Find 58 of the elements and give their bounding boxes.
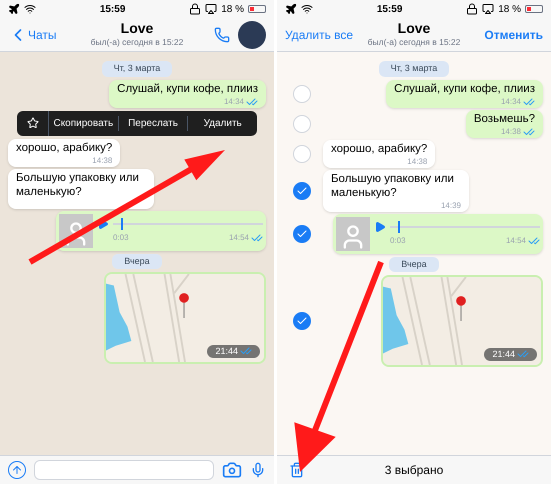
message-time: 14:38	[500, 126, 521, 138]
message-time: 14:54	[228, 232, 249, 244]
cancel-button[interactable]: Отменить	[484, 26, 543, 44]
audio-track[interactable]	[390, 220, 540, 232]
play-icon[interactable]	[374, 220, 386, 232]
star-icon	[26, 117, 38, 129]
menu-item[interactable]: Скопировать	[49, 116, 119, 130]
voice-duration: 0:03	[390, 234, 406, 246]
delete-all-button[interactable]: Удалить все	[285, 26, 354, 44]
menu-item[interactable]: Переслать	[118, 116, 188, 130]
message-text: Большую упаковку или маленькую?	[331, 172, 455, 200]
message-time: 21:44	[492, 348, 515, 360]
date-pill: Вчера	[112, 254, 162, 269]
date-pill: Чт, 3 марта	[102, 61, 172, 76]
trash-icon[interactable]	[289, 462, 305, 478]
message-time: 14:34	[224, 96, 244, 108]
battery-percent: 18 %	[221, 2, 244, 16]
message-text: хорошо, арабику?	[331, 142, 428, 156]
selected-count: 3 выбрано	[384, 462, 444, 479]
voice-duration: 0:03	[113, 232, 129, 244]
microphone-icon[interactable]	[250, 462, 266, 478]
status-time: 15:59	[376, 2, 402, 16]
airplane-icon	[285, 3, 297, 15]
date-pill: Чт, 3 марта	[378, 61, 450, 76]
airplay-icon	[482, 3, 494, 15]
menu-item[interactable]: Удалить	[188, 116, 258, 130]
message-input[interactable]	[34, 460, 214, 480]
chat-title: Love	[398, 20, 430, 36]
audio-track[interactable]	[113, 218, 263, 230]
last-seen: был(-а) сегодня в 15:22	[368, 36, 460, 49]
camera-icon[interactable]	[222, 460, 242, 480]
avatar[interactable]	[238, 20, 266, 48]
message-time: 14:38	[92, 154, 112, 166]
message-time: 21:44	[215, 344, 238, 358]
message-text: Возьмешь?	[474, 112, 535, 126]
chat-title: Love	[120, 20, 154, 36]
lock-icon	[189, 3, 202, 15]
message-time: 14:38	[407, 156, 428, 168]
status-time: 15:59	[100, 2, 126, 16]
message-time: 14:54	[506, 234, 526, 246]
airplane-icon	[8, 3, 20, 15]
airplay-icon	[205, 3, 218, 15]
message-text: Большую упаковку или маленькую?	[16, 170, 140, 198]
attach-icon[interactable]	[8, 461, 26, 479]
message-time: 14:39	[440, 200, 461, 212]
message-text: Слушай, купи кофе, плииз	[394, 82, 535, 96]
battery-icon	[248, 5, 266, 13]
lock-icon	[466, 3, 478, 15]
phone-icon[interactable]	[214, 26, 230, 42]
date-pill: Вчера	[389, 256, 439, 272]
last-seen: был(-а) сегодня в 15:22	[90, 36, 184, 49]
avatar-placeholder	[336, 216, 370, 250]
battery-percent: 18 %	[498, 2, 521, 16]
message-time: 14:34	[500, 96, 521, 108]
message-text: хорошо, арабику?	[16, 140, 112, 154]
back-button[interactable]: Чаты	[8, 24, 57, 44]
message-text: Слушай, купи кофе, плииз	[117, 82, 258, 96]
battery-icon	[525, 5, 543, 13]
